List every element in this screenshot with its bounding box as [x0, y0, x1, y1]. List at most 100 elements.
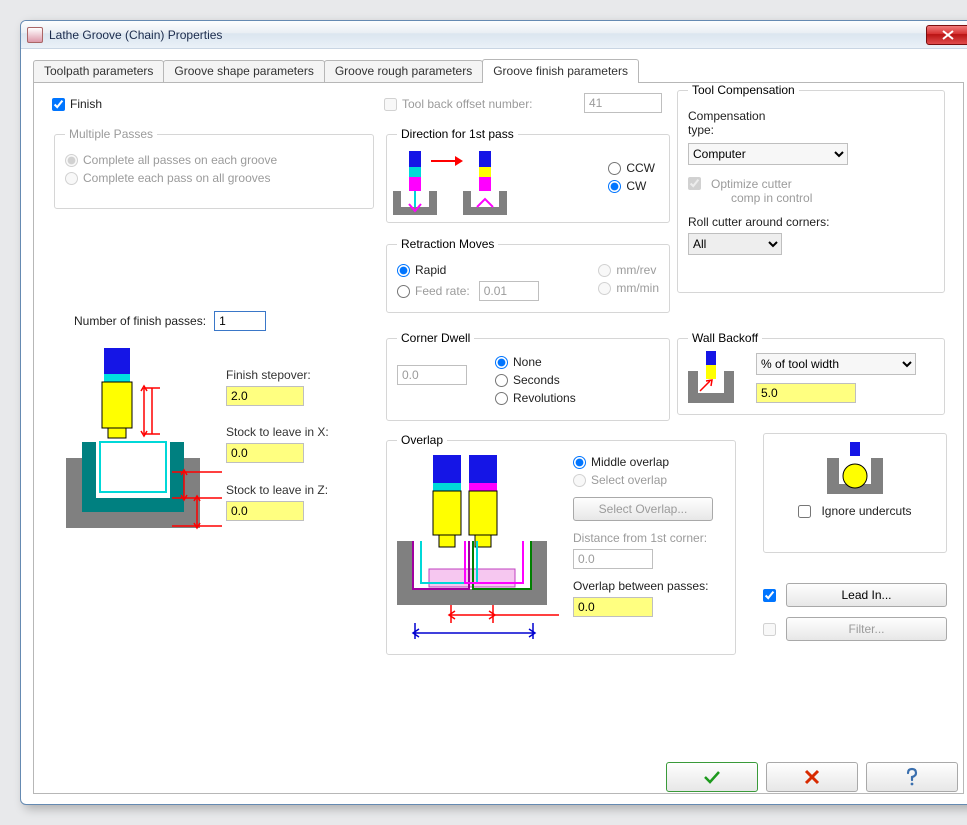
overlap-select-row[interactable]: Select overlap — [573, 473, 713, 487]
check-icon — [703, 769, 721, 785]
tool-back-offset-checkbox[interactable] — [384, 98, 397, 111]
multiple-passes-opt2-radio[interactable] — [65, 172, 78, 185]
tool-comp-type-select[interactable]: Computer — [688, 143, 848, 165]
finish-checkbox-label[interactable]: Finish — [52, 97, 102, 111]
corner-dwell-none-label: None — [513, 355, 542, 369]
app-icon — [27, 27, 43, 43]
retraction-mmrev-row[interactable]: mm/rev — [598, 263, 659, 277]
direction-cw-radio[interactable] — [608, 180, 621, 193]
tab-bar: Toolpath parameters Groove shape paramet… — [33, 59, 964, 83]
retraction-feed-row[interactable]: Feed rate: — [397, 281, 539, 301]
overlap-select-radio[interactable] — [573, 474, 586, 487]
corner-dwell-seconds-row[interactable]: Seconds — [495, 373, 576, 387]
corner-dwell-seconds-label: Seconds — [513, 373, 560, 387]
corner-dwell-input[interactable] — [397, 365, 467, 385]
tab-toolpath-parameters[interactable]: Toolpath parameters — [33, 60, 164, 82]
finish-stepover-input[interactable] — [226, 386, 304, 406]
optimize-cutter-row[interactable]: Optimize cutter comp in control — [688, 177, 934, 205]
finish-stepover-diagram — [52, 348, 222, 558]
close-button[interactable] — [926, 25, 967, 45]
multiple-passes-legend: Multiple Passes — [65, 127, 157, 141]
ignore-undercuts-panel: Ignore undercuts — [763, 433, 947, 553]
wall-backoff-mode-select[interactable]: % of tool width — [756, 353, 916, 375]
wall-backoff-value-input[interactable] — [756, 383, 856, 403]
ignore-undercuts-checkbox[interactable] — [798, 505, 811, 518]
retraction-rapid-radio[interactable] — [397, 264, 410, 277]
lead-in-checkbox[interactable] — [763, 589, 776, 602]
corner-dwell-rev-row[interactable]: Revolutions — [495, 391, 576, 405]
overlap-distance-label: Distance from 1st corner: — [573, 531, 713, 545]
overlap-between-input[interactable] — [573, 597, 653, 617]
retraction-mmmin-row[interactable]: mm/min — [598, 281, 659, 295]
direction-ccw-label: CCW — [626, 161, 655, 175]
overlap-middle-row[interactable]: Middle overlap — [573, 455, 713, 469]
retraction-legend: Retraction Moves — [397, 237, 498, 251]
select-overlap-button[interactable]: Select Overlap... — [573, 497, 713, 521]
cancel-button[interactable] — [766, 762, 858, 792]
retraction-mmrev-radio[interactable] — [598, 264, 611, 277]
corner-dwell-legend: Corner Dwell — [397, 331, 474, 345]
overlap-distance-input[interactable] — [573, 549, 653, 569]
finish-checkbox-text: Finish — [70, 97, 102, 111]
stock-z-input[interactable] — [226, 501, 304, 521]
corner-dwell-rev-radio[interactable] — [495, 392, 508, 405]
stock-z-label: Stock to leave in Z: — [226, 483, 328, 497]
corner-dwell-none-row[interactable]: None — [495, 355, 576, 369]
overlap-middle-radio[interactable] — [573, 456, 586, 469]
stock-x-label: Stock to leave in X: — [226, 425, 329, 439]
corner-dwell-seconds-radio[interactable] — [495, 374, 508, 387]
roll-cutter-select[interactable]: All — [688, 233, 782, 255]
retraction-mmmin-radio[interactable] — [598, 282, 611, 295]
filter-checkbox[interactable] — [763, 623, 776, 636]
retraction-rapid-label: Rapid — [415, 263, 446, 277]
help-button[interactable] — [866, 762, 958, 792]
tab-groove-finish-parameters[interactable]: Groove finish parameters — [482, 59, 639, 83]
overlap-group: Overlap — [386, 433, 736, 655]
optimize-cutter-checkbox[interactable] — [688, 177, 701, 190]
multiple-passes-opt1-label: Complete all passes on each groove — [83, 153, 277, 167]
retraction-group: Retraction Moves Rapid Feed rate: — [386, 237, 670, 313]
tool-back-offset-input[interactable] — [584, 93, 662, 113]
direction-group: Direction for 1st pass — [386, 127, 670, 223]
retraction-mmrev-label: mm/rev — [616, 263, 656, 277]
tab-groove-shape-parameters[interactable]: Groove shape parameters — [163, 60, 324, 82]
retraction-feed-input[interactable] — [479, 281, 539, 301]
ignore-undercuts-row[interactable]: Ignore undercuts — [772, 504, 938, 518]
multiple-passes-opt1-row[interactable]: Complete all passes on each groove — [65, 153, 363, 167]
direction-cw-label: CW — [626, 179, 646, 193]
overlap-select-label: Select overlap — [591, 473, 667, 487]
stock-z-block: Stock to leave in Z: — [226, 483, 328, 521]
direction-cw-row[interactable]: CW — [608, 179, 655, 193]
retraction-mmmin-label: mm/min — [616, 281, 659, 295]
undercut-icon — [823, 442, 887, 496]
overlap-diagram — [391, 455, 561, 645]
retraction-feed-radio[interactable] — [397, 285, 410, 298]
multiple-passes-opt1-radio[interactable] — [65, 154, 78, 167]
wall-backoff-icon — [686, 351, 736, 405]
question-icon — [904, 768, 920, 786]
tab-content: Finish Multiple Passes Complete all pass… — [33, 83, 964, 794]
corner-dwell-group: Corner Dwell None Seconds Revolutions — [386, 331, 670, 421]
ok-button[interactable] — [666, 762, 758, 792]
tool-back-offset-row[interactable]: Tool back offset number: — [384, 97, 533, 111]
direction-ccw-radio[interactable] — [608, 162, 621, 175]
multiple-passes-opt2-row[interactable]: Complete each pass on all grooves — [65, 171, 363, 185]
retraction-rapid-row[interactable]: Rapid — [397, 263, 539, 277]
num-finish-passes-label: Number of finish passes: — [74, 314, 206, 328]
overlap-middle-label: Middle overlap — [591, 455, 669, 469]
filter-button[interactable]: Filter... — [786, 617, 947, 641]
corner-dwell-rev-label: Revolutions — [513, 391, 576, 405]
tool-comp-legend: Tool Compensation — [688, 83, 799, 97]
ignore-undercuts-label: Ignore undercuts — [821, 504, 911, 518]
finish-checkbox[interactable] — [52, 98, 65, 111]
stock-x-input[interactable] — [226, 443, 304, 463]
tab-groove-rough-parameters[interactable]: Groove rough parameters — [324, 60, 483, 82]
lead-in-button[interactable]: Lead In... — [786, 583, 947, 607]
corner-dwell-none-radio[interactable] — [495, 356, 508, 369]
close-icon — [942, 30, 954, 40]
num-finish-passes-input[interactable] — [214, 311, 266, 331]
num-finish-passes-row: Number of finish passes: — [74, 311, 266, 331]
wall-backoff-legend: Wall Backoff — [688, 331, 762, 345]
direction-ccw-row[interactable]: CCW — [608, 161, 655, 175]
finish-stepover-block: Finish stepover: — [226, 368, 311, 406]
